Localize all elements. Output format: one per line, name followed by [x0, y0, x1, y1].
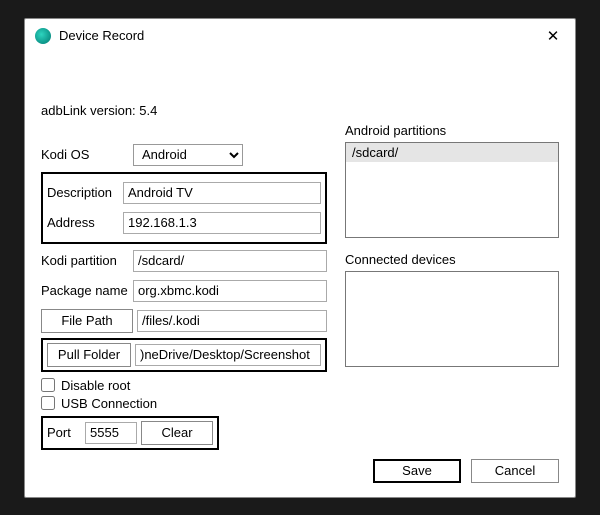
usb-connection-checkbox[interactable]	[41, 396, 55, 410]
port-input[interactable]	[85, 422, 137, 444]
version-label: adbLink version: 5.4	[41, 103, 327, 118]
description-address-group: Description Address	[41, 172, 327, 244]
dialog-footer: Save Cancel	[373, 459, 559, 483]
list-item[interactable]: /sdcard/	[346, 143, 558, 162]
file-path-input[interactable]	[137, 310, 327, 332]
pull-folder-button[interactable]: Pull Folder	[47, 343, 131, 367]
window-title: Device Record	[59, 28, 541, 43]
kodi-os-select[interactable]: Android	[133, 144, 243, 166]
description-input[interactable]	[123, 182, 321, 204]
pull-folder-input[interactable]	[135, 344, 321, 366]
clear-button[interactable]: Clear	[141, 421, 213, 445]
file-path-button[interactable]: File Path	[41, 309, 133, 333]
right-column: Android partitions /sdcard/ Connected de…	[345, 59, 559, 450]
dialog-content: adbLink version: 5.4 Kodi OS Android Des…	[25, 53, 575, 497]
app-icon	[35, 28, 51, 44]
connected-devices-label: Connected devices	[345, 252, 559, 267]
android-partitions-list[interactable]: /sdcard/	[345, 142, 559, 238]
connected-devices-list[interactable]	[345, 271, 559, 367]
disable-root-checkbox[interactable]	[41, 378, 55, 392]
device-record-dialog: Device Record ✕ adbLink version: 5.4 Kod…	[24, 18, 576, 498]
save-button[interactable]: Save	[373, 459, 461, 483]
kodi-os-label: Kodi OS	[41, 147, 133, 162]
address-label: Address	[47, 215, 123, 230]
kodi-partition-label: Kodi partition	[41, 253, 133, 268]
kodi-partition-input[interactable]	[133, 250, 327, 272]
pull-folder-group: Pull Folder	[41, 338, 327, 372]
left-column: adbLink version: 5.4 Kodi OS Android Des…	[41, 59, 327, 450]
cancel-button[interactable]: Cancel	[471, 459, 559, 483]
close-icon[interactable]: ✕	[541, 27, 565, 45]
titlebar: Device Record ✕	[25, 19, 575, 53]
address-input[interactable]	[123, 212, 321, 234]
port-label: Port	[47, 425, 81, 440]
package-name-label: Package name	[41, 283, 133, 298]
android-partitions-label: Android partitions	[345, 123, 559, 138]
package-name-input[interactable]	[133, 280, 327, 302]
port-group: Port Clear	[41, 416, 219, 450]
usb-connection-label: USB Connection	[61, 396, 157, 411]
disable-root-label: Disable root	[61, 378, 130, 393]
description-label: Description	[47, 185, 123, 200]
